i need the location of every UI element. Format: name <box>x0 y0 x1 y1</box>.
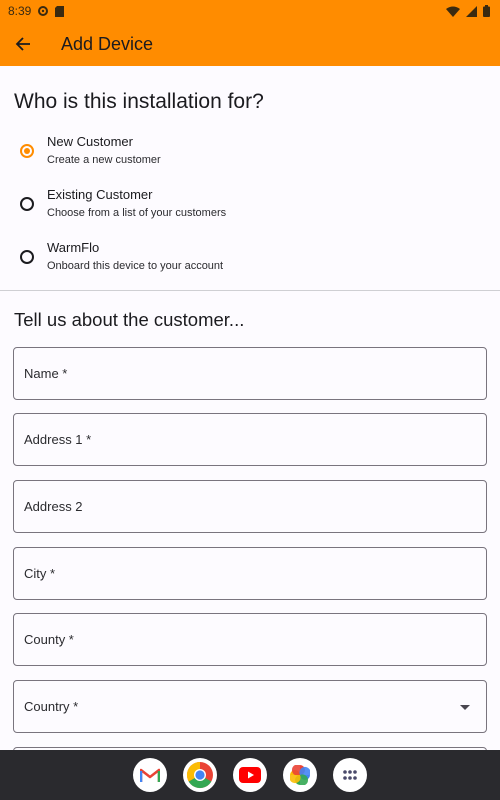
country-select[interactable]: Country * <box>13 680 487 733</box>
app-drawer-icon[interactable] <box>333 758 367 792</box>
sd-card-icon <box>55 5 65 17</box>
option-description: Onboard this device to your account <box>47 260 224 272</box>
option-label: WarmFlo <box>47 240 100 255</box>
field-label: Address 2 <box>24 499 83 514</box>
wifi-icon <box>446 6 460 17</box>
question-heading: Who is this installation for? <box>14 90 264 113</box>
cell-signal-icon <box>466 5 477 17</box>
address-2-field[interactable]: Address 2 <box>13 480 487 533</box>
gmail-icon[interactable] <box>133 758 167 792</box>
option-description: Choose from a list of your customers <box>47 207 227 219</box>
status-bar: 8:39 <box>0 0 500 22</box>
back-arrow-icon <box>15 37 30 51</box>
option-description: Create a new customer <box>47 154 161 166</box>
page-title: Add Device <box>61 33 154 54</box>
battery-icon <box>483 5 490 17</box>
option-existing-customer[interactable]: Existing Customer Choose from a list of … <box>0 187 500 237</box>
photos-icon[interactable] <box>283 758 317 792</box>
field-label: Name * <box>24 366 68 381</box>
settings-gear-icon <box>38 6 49 16</box>
field-label: County * <box>24 632 74 647</box>
option-label: Existing Customer <box>47 187 153 202</box>
status-time: 8:39 <box>8 4 32 18</box>
chrome-icon[interactable] <box>183 758 217 792</box>
section-divider <box>0 290 500 291</box>
dropdown-arrow-icon <box>460 705 470 710</box>
option-new-customer[interactable]: New Customer Create a new customer <box>0 134 500 184</box>
radio-existing-customer[interactable] <box>20 197 34 211</box>
city-field[interactable]: City * <box>13 547 487 600</box>
option-label: New Customer <box>47 134 133 149</box>
radio-new-customer[interactable] <box>20 144 34 158</box>
field-label: City * <box>24 566 56 581</box>
section-heading: Tell us about the customer... <box>14 309 245 330</box>
youtube-icon[interactable] <box>233 758 267 792</box>
county-field[interactable]: County * <box>13 613 487 666</box>
radio-warmflo[interactable] <box>20 250 34 264</box>
back-button[interactable] <box>1 22 45 66</box>
app-bar: Add Device <box>0 22 500 66</box>
field-label: Country * <box>24 699 79 714</box>
name-field[interactable]: Name * <box>13 347 487 400</box>
app-dock <box>0 750 500 800</box>
field-label: Address 1 * <box>24 432 92 447</box>
address-1-field[interactable]: Address 1 * <box>13 413 487 466</box>
option-warmflo[interactable]: WarmFlo Onboard this device to your acco… <box>0 240 500 290</box>
main-content: Who is this installation for? New Custom… <box>0 66 500 750</box>
